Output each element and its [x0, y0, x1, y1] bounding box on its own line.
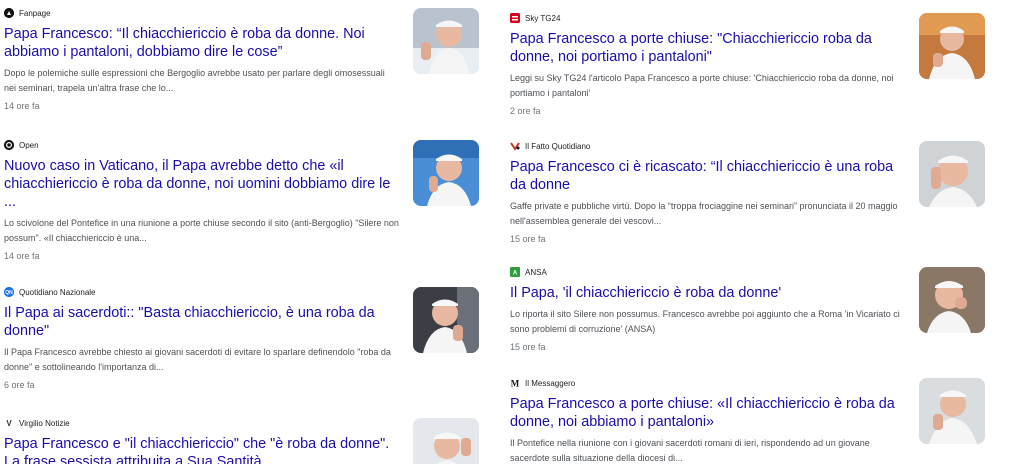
- source-name: Fanpage: [19, 8, 51, 18]
- result-source: QN Quotidiano Nazionale: [4, 285, 399, 299]
- source-name: Sky TG24: [525, 13, 561, 23]
- result-title-link[interactable]: Papa Francesco a porte chiuse: "Chiacchi…: [510, 30, 905, 66]
- result-age: 14 ore fa: [4, 251, 40, 261]
- source-name: Il Messaggero: [525, 378, 576, 388]
- result-title-link[interactable]: Il Papa, 'il chiacchiericcio è roba da d…: [510, 284, 905, 302]
- pope-thumbnail[interactable]: [919, 13, 985, 79]
- svg-text:A: A: [513, 271, 518, 277]
- news-result[interactable]: Sky TG24 Papa Francesco a porte chiuse: …: [510, 11, 985, 116]
- news-result[interactable]: M Il Messaggero Papa Francesco a porte c…: [510, 376, 985, 464]
- result-age: 6 ore fa: [4, 380, 35, 390]
- open-logo-icon: [4, 140, 14, 150]
- pope-thumbnail[interactable]: [413, 287, 479, 353]
- news-result[interactable]: Il Fatto Quotidiano Papa Francesco ci è …: [510, 139, 985, 244]
- skytg24-logo-icon: [510, 13, 520, 23]
- virgilio-logo-icon: V: [4, 418, 14, 428]
- ansa-logo-icon: A: [510, 267, 520, 277]
- source-name: ANSA: [525, 267, 547, 277]
- svg-text:M: M: [511, 379, 520, 389]
- pope-thumbnail[interactable]: [413, 140, 479, 206]
- news-result[interactable]: V Virgilio Notizie Papa Francesco e "il …: [4, 416, 479, 464]
- result-source: M Il Messaggero: [510, 376, 905, 390]
- result-snippet: Il Pontefice nella riunione con i giovan…: [510, 438, 870, 463]
- result-source: Open: [4, 138, 399, 152]
- pope-thumbnail[interactable]: [413, 8, 479, 74]
- result-source: A ANSA: [510, 265, 905, 279]
- result-snippet: Lo riporta il sito Silere non possumus. …: [510, 309, 900, 334]
- ilfatto-logo-icon: [510, 141, 520, 151]
- result-age: 14 ore fa: [4, 101, 40, 111]
- result-snippet: Lo scivolone del Pontefice in una riunio…: [4, 218, 399, 243]
- result-title-link[interactable]: Papa Francesco e "il chiacchiericcio" ch…: [4, 435, 399, 464]
- source-name: Il Fatto Quotidiano: [525, 141, 591, 151]
- pope-thumbnail[interactable]: [919, 141, 985, 207]
- result-age: 2 ore fa: [510, 106, 541, 116]
- svg-text:V: V: [6, 419, 12, 428]
- fanpage-logo-icon: [4, 8, 14, 18]
- result-source: Il Fatto Quotidiano: [510, 139, 905, 153]
- result-snippet: Il Papa Francesco avrebbe chiesto ai gio…: [4, 347, 391, 372]
- news-result[interactable]: QN Quotidiano Nazionale Il Papa ai sacer…: [4, 285, 479, 390]
- result-title-link[interactable]: Il Papa ai sacerdoti:: "Basta chiacchier…: [4, 304, 399, 340]
- result-title-link[interactable]: Nuovo caso in Vaticano, il Papa avrebbe …: [4, 157, 399, 211]
- pope-thumbnail[interactable]: [919, 378, 985, 444]
- source-name: Open: [19, 140, 39, 150]
- source-name: Quotidiano Nazionale: [19, 287, 96, 297]
- result-title-link[interactable]: Papa Francesco: “Il chiacchiericcio è ro…: [4, 25, 399, 61]
- messaggero-logo-icon: M: [510, 378, 520, 388]
- result-source: Sky TG24: [510, 11, 905, 25]
- news-result[interactable]: A ANSA Il Papa, 'il chiacchiericcio è ro…: [510, 265, 985, 352]
- news-result[interactable]: Fanpage Papa Francesco: “Il chiacchieric…: [4, 6, 479, 111]
- result-age: 15 ore fa: [510, 342, 546, 352]
- svg-text:QN: QN: [5, 290, 13, 296]
- result-title-link[interactable]: Papa Francesco a porte chiuse: «Il chiac…: [510, 395, 905, 431]
- result-snippet: Dopo le polemiche sulle espressioni che …: [4, 68, 385, 93]
- news-result[interactable]: Open Nuovo caso in Vaticano, il Papa avr…: [4, 138, 479, 261]
- result-title-link[interactable]: Papa Francesco ci è ricascato: “Il chiac…: [510, 158, 905, 194]
- source-name: Virgilio Notizie: [19, 418, 70, 428]
- qn-logo-icon: QN: [4, 287, 14, 297]
- pope-thumbnail[interactable]: [919, 267, 985, 333]
- result-source: V Virgilio Notizie: [4, 416, 399, 430]
- pope-thumbnail[interactable]: [413, 418, 479, 464]
- result-snippet: Gaffe private e pubbliche virtù. Dopo la…: [510, 201, 898, 226]
- result-snippet: Leggi su Sky TG24 l'articolo Papa France…: [510, 73, 894, 98]
- result-source: Fanpage: [4, 6, 399, 20]
- result-age: 15 ore fa: [510, 234, 546, 244]
